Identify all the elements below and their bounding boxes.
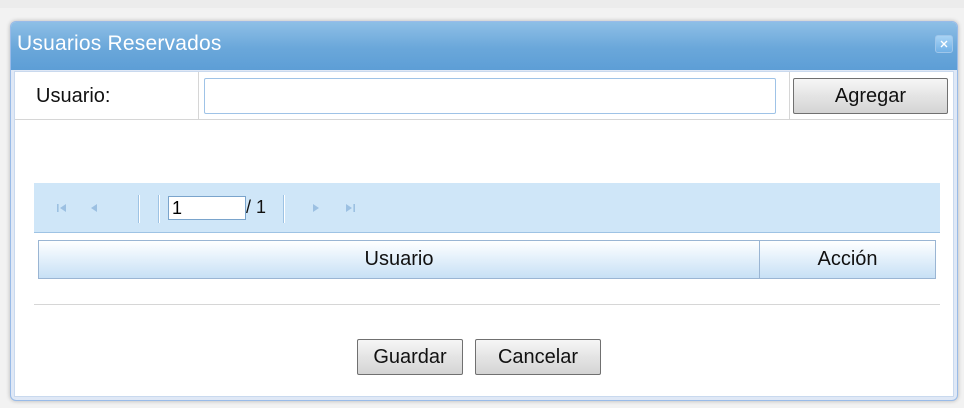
user-label-cell: Usuario: bbox=[15, 72, 199, 119]
dialog-title: Usuarios Reservados bbox=[17, 32, 222, 55]
user-label: Usuario: bbox=[36, 85, 111, 107]
dialog-titlebar[interactable]: Usuarios Reservados bbox=[11, 22, 957, 70]
next-page-button[interactable] bbox=[306, 198, 326, 218]
last-page-button[interactable] bbox=[340, 198, 360, 218]
dialog-body: Usuario: Agregar 1 / 1 Usuario Acción Gu… bbox=[14, 71, 954, 397]
toolbar-separator bbox=[138, 195, 140, 223]
user-form-row: Usuario: Agregar bbox=[15, 72, 953, 120]
first-page-button[interactable] bbox=[52, 198, 72, 218]
column-header-usuario[interactable]: Usuario bbox=[39, 241, 760, 278]
reserved-users-dialog: Usuarios Reservados Usuario: Agregar 1 /… bbox=[10, 21, 958, 401]
toolbar-separator bbox=[158, 195, 160, 223]
user-input[interactable] bbox=[204, 78, 776, 114]
users-grid: / 1 Usuario Acción bbox=[34, 183, 940, 342]
grid-header: Usuario Acción bbox=[38, 240, 936, 279]
grid-bottom-border bbox=[34, 304, 940, 305]
page-total: / 1 bbox=[246, 197, 267, 217]
add-button[interactable]: Agregar bbox=[793, 78, 948, 114]
page-number-input[interactable] bbox=[168, 196, 246, 220]
paging-toolbar: / 1 bbox=[34, 183, 940, 233]
save-button[interactable]: Guardar bbox=[357, 339, 463, 375]
close-icon bbox=[940, 40, 948, 48]
cancel-button[interactable]: Cancelar bbox=[475, 339, 601, 375]
toolbar-separator bbox=[283, 195, 285, 223]
user-input-cell bbox=[199, 72, 790, 119]
next-page-icon bbox=[313, 204, 319, 212]
prev-page-icon bbox=[91, 204, 97, 212]
column-header-accion[interactable]: Acción bbox=[760, 241, 935, 278]
close-button[interactable] bbox=[935, 35, 953, 53]
background bbox=[0, 0, 964, 8]
prev-page-button[interactable] bbox=[84, 198, 104, 218]
first-page-icon bbox=[57, 204, 66, 212]
last-page-icon bbox=[346, 204, 355, 212]
